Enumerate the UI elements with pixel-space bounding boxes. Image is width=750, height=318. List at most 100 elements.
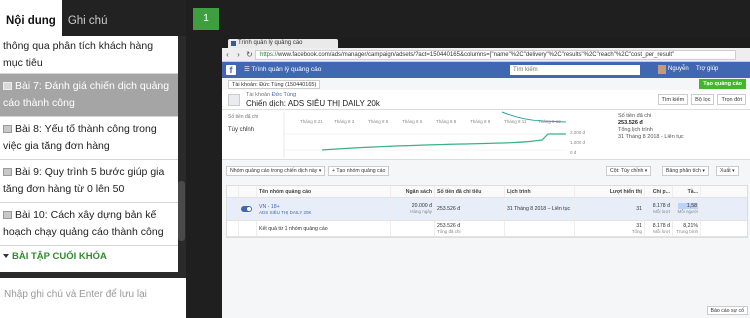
avatar[interactable] bbox=[658, 65, 666, 74]
report-problem-button[interactable]: Báo cáo sự cố bbox=[706, 306, 748, 315]
url-text: www.facebook.com/ads/manager/campaign/ad… bbox=[278, 51, 675, 58]
breadcrumb-account[interactable]: Đức Tùng bbox=[272, 92, 296, 98]
note-input[interactable]: Nhập ghi chú và Enter để lưu lại bbox=[0, 278, 186, 318]
user-name[interactable]: Nguyễn bbox=[668, 66, 689, 72]
columns-dropdown[interactable]: Cột: Tùy chỉnh ▾ bbox=[606, 166, 652, 176]
browser-tab[interactable]: Trình quản lý quảng cáo bbox=[228, 39, 338, 48]
chart-series-line bbox=[321, 133, 566, 151]
help-link[interactable]: Trợ giúp bbox=[696, 66, 718, 72]
account-selector[interactable]: Tài khoản: Đức Tùng (150440165) bbox=[228, 80, 321, 89]
campaign-name: ADS SIÊU THỊ DAILY 20k bbox=[287, 99, 380, 108]
table-header: Tên nhóm quảng cáo Ngân sách Số tiền đã … bbox=[227, 186, 747, 198]
sidebar-tabs: Nội dung Ghi chú bbox=[0, 0, 186, 36]
chart-x-tick-label: Tháng 8 21 bbox=[300, 119, 323, 124]
create-ad-button[interactable]: Tạo quảng cáo bbox=[699, 79, 746, 89]
ads-manager-menu[interactable]: ☰ Trình quản lý quảng cáo bbox=[244, 65, 321, 73]
forward-icon[interactable]: › bbox=[233, 50, 244, 59]
chart-x-tick-label: Tháng 8 6 bbox=[402, 119, 423, 124]
row-checkbox[interactable] bbox=[227, 198, 239, 220]
section-label: BÀI TẬP CUỐI KHÓA bbox=[12, 251, 107, 262]
date-range-button[interactable]: Trọn đời bbox=[717, 94, 746, 105]
schedule-cell: 31 Tháng 8 2018 – Liên tục bbox=[505, 198, 575, 220]
breadcrumb-prefix: Tài khoản bbox=[246, 92, 271, 98]
table-row[interactable]: VN - 18+ ADS SIÊU THỊ DAILY 20K 20.000 đH… bbox=[227, 198, 747, 221]
summary-spent-cell: 253.526 đ Tổng đã chi bbox=[435, 221, 505, 236]
header-cell[interactable]: Lịch trình bbox=[505, 186, 575, 197]
impressions-value: 31 bbox=[636, 206, 642, 212]
chart-left-label: Tùy chỉnh bbox=[228, 126, 254, 133]
select-all-checkbox[interactable] bbox=[227, 186, 239, 197]
summary-cost-cell: 8.178 đ Mỗi lượt bbox=[645, 221, 673, 236]
empty-cell bbox=[391, 221, 435, 236]
toggle-cell bbox=[239, 198, 257, 220]
breadcrumb: Tài khoản Đức Tùng bbox=[246, 92, 296, 98]
lesson-title: Bài 9: Quy trình 5 bước giúp gia tăng đơ… bbox=[3, 166, 165, 195]
facebook-search-input[interactable]: Tìm kiếm bbox=[510, 65, 640, 75]
adset-campaign[interactable]: ADS SIÊU THỊ DAILY 20K bbox=[259, 210, 312, 215]
lesson-item[interactable]: Bài 10: Cách xây dựng bản kế hoạch chạy … bbox=[0, 203, 178, 246]
adset-name[interactable]: VN - 18+ bbox=[259, 204, 280, 210]
chart-y-labels: 2.000 đ 1.000 đ 0 đ bbox=[570, 130, 586, 155]
header-cell[interactable]: Tầ... bbox=[673, 186, 701, 197]
document-icon bbox=[3, 168, 12, 176]
lesson-title: Bài 7: Đánh giá chiến dịch quảng cáo thà… bbox=[3, 80, 170, 109]
summary-line: Số tiền đã chi bbox=[618, 113, 652, 119]
adset-toggle[interactable] bbox=[241, 206, 252, 212]
filter-button[interactable]: Bộ lọc bbox=[691, 94, 715, 105]
reload-icon[interactable]: ↻ bbox=[244, 50, 255, 59]
header-actions: Tìm kiếm Bộ lọc Trọn đời bbox=[657, 94, 746, 105]
table-summary-row: Kết quả từ 1 nhóm quảng cáo 253.526 đ Tổn… bbox=[227, 221, 747, 237]
chart-y-tick-label: 1.000 đ bbox=[570, 140, 586, 145]
summary-label: Kết quả từ 1 nhóm quảng cáo bbox=[259, 225, 328, 232]
facebook-topbar: f ☰ Trình quản lý quảng cáo Tìm kiếm Ngu… bbox=[222, 62, 750, 78]
summary-freq-sub: Trung bình bbox=[676, 228, 698, 234]
lesson-scrollbar[interactable] bbox=[178, 36, 186, 272]
url-scheme: https:// bbox=[260, 51, 279, 58]
video-index-badge[interactable]: 1 bbox=[193, 8, 219, 30]
summary-value: 253.526 đ bbox=[618, 120, 643, 126]
create-adset-button[interactable]: + Tạo nhóm quảng cáo bbox=[328, 166, 390, 176]
lesson-item[interactable]: Bài 9: Quy trình 5 bước giúp gia tăng đơ… bbox=[0, 160, 178, 203]
document-icon bbox=[3, 211, 12, 219]
adsets-dropdown[interactable]: Nhóm quảng cáo trong chiến dịch này ▾ bbox=[226, 166, 326, 176]
adset-name-cell[interactable]: VN - 18+ ADS SIÊU THỊ DAILY 20K bbox=[257, 198, 391, 220]
header-cell[interactable]: Số tiền đã chi tiêu bbox=[435, 186, 505, 197]
spent-cell: 253.526 đ bbox=[435, 198, 505, 220]
freq-cell: 1,58 Mỗi người bbox=[673, 198, 701, 220]
adsets-table: Tên nhóm quảng cáo Ngân sách Số tiền đã … bbox=[226, 185, 748, 238]
back-icon[interactable]: ‹ bbox=[222, 50, 233, 59]
chart-x-labels: Tháng 8 21 Tháng 8 3 Tháng 8 5 Tháng 8 6 Thá… bbox=[300, 119, 561, 124]
browser-toolbar: ‹ › ↻ https://www.facebook.com/ads/manag… bbox=[222, 48, 750, 62]
tab-notes[interactable]: Ghi chú bbox=[62, 15, 114, 36]
header-cell[interactable]: Ngân sách bbox=[391, 186, 435, 197]
summary-cost: 8.178 đ bbox=[652, 222, 670, 229]
schedule-value: 31 Tháng 8 2018 – Liên tục bbox=[507, 206, 571, 212]
section-final-exercise[interactable]: BÀI TẬP CUỐI KHÓA bbox=[0, 246, 178, 267]
budget-cell: 20.000 đ Hàng ngày bbox=[391, 198, 435, 220]
export-dropdown[interactable]: Xuất ▾ bbox=[716, 166, 739, 176]
chart-y-tick-label: 0 đ bbox=[570, 150, 577, 155]
empty-cell bbox=[239, 221, 257, 236]
lesson-item-active[interactable]: Bài 7: Đánh giá chiến dịch quảng cáo thà… bbox=[0, 74, 178, 117]
lesson-list: thông qua phân tích khách hàng mục tiêu … bbox=[0, 36, 178, 272]
header-cell[interactable]: Tên nhóm quảng cáo bbox=[257, 186, 391, 197]
header-cell[interactable]: Chi p... bbox=[645, 186, 673, 197]
tab-content[interactable]: Nội dung bbox=[0, 0, 62, 36]
search-button[interactable]: Tìm kiếm bbox=[657, 94, 689, 105]
lesson-item[interactable]: thông qua phân tích khách hàng mục tiêu bbox=[0, 36, 178, 74]
course-sidebar: Nội dung Ghi chú thông qua phân tích khá… bbox=[0, 0, 186, 318]
facebook-logo-icon[interactable]: f bbox=[226, 65, 236, 75]
campaign-icon bbox=[228, 94, 240, 106]
caret-down-icon bbox=[3, 254, 9, 258]
cost-cell: 8.178 đ Mỗi lượt bbox=[645, 198, 673, 220]
header-cell[interactable]: Lượt hiển thị bbox=[575, 186, 645, 197]
chart-x-tick-label: Tháng 8 9 bbox=[470, 119, 491, 124]
breakdown-dropdown[interactable]: Bảng phân tích ▾ bbox=[662, 166, 709, 176]
empty-cell bbox=[505, 221, 575, 236]
summary-spent-sub: Tổng đã chi bbox=[437, 228, 461, 234]
lesson-item[interactable]: Bài 8: Yếu tố thành công trong việc gia … bbox=[0, 117, 178, 160]
chart-x-tick-label: Tháng 8 12 bbox=[538, 119, 561, 124]
scroll-thumb[interactable] bbox=[178, 181, 185, 241]
browser-window: Trình quản lý quảng cáo ‹ › ↻ https://ww… bbox=[222, 38, 750, 318]
address-bar[interactable]: https://www.facebook.com/ads/manager/cam… bbox=[255, 49, 736, 60]
